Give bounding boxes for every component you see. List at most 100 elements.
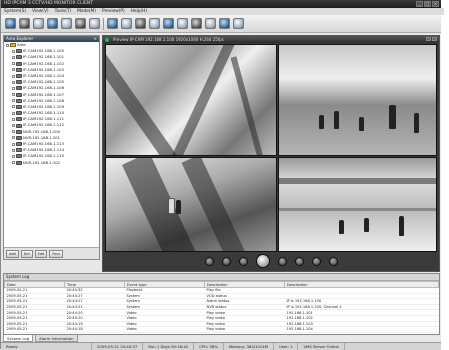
video-cell-4[interactable] [278,157,437,252]
expand-icon[interactable] [12,49,15,53]
log-title: System Log [4,274,439,281]
log-cell: 192.168.1.104 [284,326,439,333]
video-title: Preview IP-CAM 192.168.1.100 1920x1080 H… [113,37,224,42]
camera-icon [16,92,22,97]
rewind-icon[interactable] [221,256,231,266]
expand-icon[interactable] [12,124,15,128]
settings-icon[interactable] [163,18,174,29]
expand-icon[interactable] [12,99,15,103]
camera-icon [16,61,22,66]
find-button[interactable]: Find [49,249,63,258]
expand-icon[interactable] [12,161,15,165]
group-manager-icon[interactable] [19,18,30,29]
log-table: Date Time Event type Description Descrip… [4,281,439,333]
camera-icon[interactable] [135,18,146,29]
expand-icon[interactable] [12,62,15,66]
expand-icon[interactable] [12,105,15,109]
expand-icon[interactable] [12,55,15,59]
layout-icon[interactable] [149,18,160,29]
system-log-panel: System Log Date Time Event type Descript… [3,273,440,335]
previous-icon[interactable] [204,256,214,266]
video-cell-2[interactable] [278,44,437,156]
title-bar: HD IPCAM 3 CCTV/HD MONITOR CLIENT _ □ × [1,0,441,8]
close-icon[interactable]: × [432,1,439,7]
camera-icon [16,160,22,165]
expand-icon[interactable] [12,86,15,90]
video-grid [105,44,437,252]
search-icon[interactable] [191,18,202,29]
video-cell-3[interactable] [105,157,277,252]
log-cell: 2009-05-21 [4,326,65,333]
minimize-icon[interactable]: _ [416,1,423,7]
camera-icon [16,80,22,85]
camera-icon [16,154,22,159]
menu-bar: System(S) View(V) Tools(T) Mode(M) Previ… [1,8,444,15]
playback-icon[interactable] [47,18,58,29]
tree-button-bar: Add Del Edit Find [4,247,99,259]
video-restore-icon[interactable] [426,37,431,41]
stop-icon[interactable] [238,256,248,266]
maximize-icon[interactable]: □ [424,1,431,7]
snapshot-icon[interactable] [311,256,321,266]
expand-icon[interactable] [12,111,15,115]
video-preview-area: Preview IP-CAM 192.168.1.100 1920x1080 H… [102,35,440,272]
panel-close-icon[interactable]: × [94,36,97,42]
record-icon[interactable] [75,18,86,29]
menu-system[interactable]: System(S) [4,8,26,15]
log-cell: 20:44:18 [64,326,125,333]
menu-tools[interactable]: Tools(T) [55,8,72,15]
expand-icon[interactable] [12,93,15,97]
fullscreen-icon[interactable] [328,256,338,266]
menu-view[interactable]: View(V) [32,8,49,15]
menu-preview[interactable]: Preview(P) [102,8,125,15]
log-cell: Play video [204,326,285,333]
add-button[interactable]: Add [6,249,19,258]
fast-forward-icon[interactable] [294,256,304,266]
playback-control-bar [102,251,440,271]
play-icon[interactable] [255,254,270,268]
help-icon[interactable] [219,18,230,29]
video-close-icon[interactable] [432,37,437,41]
camera-icon [16,111,22,116]
panel-title: Area Explorer × [4,36,99,42]
expand-icon[interactable] [6,43,9,47]
user-icon[interactable] [107,18,118,29]
camera-icon [16,142,22,147]
toolbar-separator [103,17,104,30]
device-manager-icon[interactable] [5,18,16,29]
expand-icon[interactable] [12,136,15,140]
camera-icon [16,135,22,140]
capture-icon[interactable] [177,18,188,29]
log-cell: Video [124,326,205,333]
tree-item-label: NVR-192.168.1.202 [23,159,61,165]
delete-button[interactable]: Del [20,249,33,258]
tab-alarm-information[interactable]: Alarm Information [35,335,78,342]
video-cell-1[interactable] [105,44,277,156]
expand-icon[interactable] [12,130,15,134]
camera-icon [16,49,22,54]
map-icon[interactable] [61,18,72,29]
tree-list: IP-CAM192.168.1.100 IP-CAM192.168.1.101 IP… [4,48,99,166]
zoom-icon[interactable] [205,18,216,29]
status-dot-icon [105,37,109,42]
expand-icon[interactable] [12,80,15,84]
server-icon[interactable] [121,18,132,29]
pause-icon[interactable] [277,256,287,266]
exit-icon[interactable] [233,18,244,29]
tree-item[interactable]: NVR-192.168.1.202 [4,160,99,166]
expand-icon[interactable] [12,142,15,146]
log-row[interactable]: 2009-05-21 20:44:18 Video Play video 192.168… [4,326,439,333]
expand-icon[interactable] [12,154,15,158]
menu-help[interactable]: Help(H) [131,8,147,15]
window-title: HD IPCAM 3 CCTV/HD MONITOR CLIENT [4,1,93,6]
tools-icon[interactable] [33,18,44,29]
expand-icon[interactable] [12,148,15,152]
expand-icon[interactable] [12,68,15,72]
camera-icon [16,117,22,122]
alarm-icon[interactable] [89,18,100,29]
tab-system-log[interactable]: System Log [3,335,34,342]
edit-button[interactable]: Edit [34,249,48,258]
expand-icon[interactable] [12,117,15,121]
menu-mode[interactable]: Mode(M) [77,8,96,15]
expand-icon[interactable] [12,74,15,78]
